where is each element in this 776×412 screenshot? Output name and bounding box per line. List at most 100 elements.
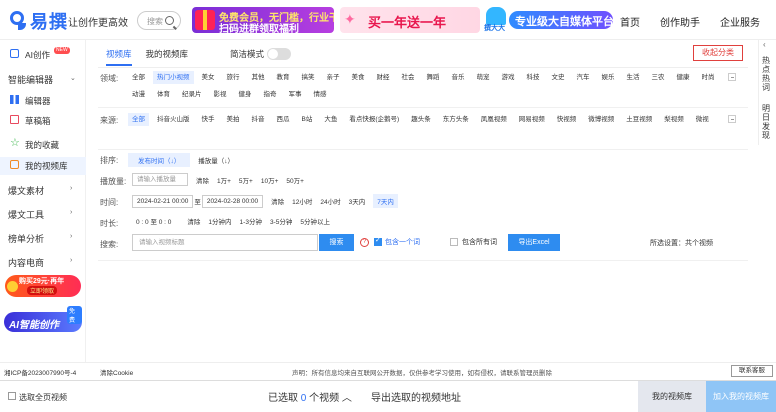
time-3d[interactable]: 3天内 — [349, 196, 366, 206]
icp-number[interactable]: 湘ICP备2023007990号-4 — [4, 367, 76, 377]
selected-count[interactable]: 已选取 0 个视频 ︿ — [268, 389, 352, 404]
chevron-right-icon[interactable]: › — [70, 185, 72, 192]
sort-publish-time[interactable]: 发布时间（↓） — [128, 153, 191, 167]
plays-10k[interactable]: 1万+ — [217, 175, 231, 185]
domain-chip[interactable]: 搞笑 — [298, 71, 319, 84]
sidebar-item-drafts[interactable]: 草稿箱 — [0, 112, 86, 128]
duration-range-input[interactable]: 0 : 0 至 0 : 0 — [136, 216, 171, 226]
sidebar-item-editor[interactable]: 编辑器 — [0, 92, 86, 108]
sidebar-item-favorites[interactable]: ☆ 我的收藏 — [0, 136, 86, 152]
date-to-input[interactable]: 2024-02-28 00:00 — [201, 194, 264, 208]
time-clear[interactable]: 清除 — [271, 196, 284, 206]
export-excel-button[interactable]: 导出Excel — [508, 234, 560, 251]
source-chip[interactable]: 微博视频 — [584, 113, 618, 126]
duration-clear[interactable]: 清除 — [187, 216, 200, 226]
clear-cookie-link[interactable]: 清除Cookie — [100, 367, 133, 377]
domain-chip[interactable]: 热门小视频 — [153, 71, 194, 84]
time-24h[interactable]: 24小时 — [320, 196, 340, 206]
source-chip[interactable]: 抖音 — [248, 113, 269, 126]
domain-chip[interactable]: 教育 — [273, 71, 294, 84]
vip-banner[interactable]: 免费会员，无门槛，行业干货 扫码进群领取福利 — [192, 7, 334, 33]
contact-support-button[interactable]: 联系客服 — [731, 365, 773, 377]
domain-chip[interactable]: 美食 — [348, 71, 369, 84]
sidebar-item-ai-create[interactable]: AI创作 NEW — [0, 46, 86, 62]
domain-chip[interactable]: 亲子 — [323, 71, 344, 84]
domain-chip[interactable]: 科技 — [523, 71, 544, 84]
collapse-arrow-icon[interactable]: ‹ — [763, 40, 766, 49]
promo-banner[interactable]: ✦ 买一年送一年 — [340, 7, 480, 33]
select-all-checkbox[interactable] — [8, 392, 16, 400]
chevron-down-icon[interactable]: ⌄ — [70, 74, 76, 82]
source-chip[interactable]: 东方头条 — [439, 113, 473, 126]
domain-chip[interactable]: 舞蹈 — [423, 71, 444, 84]
duration-1min[interactable]: 1分钟内 — [208, 216, 231, 226]
domain-chip[interactable]: 体育 — [153, 88, 174, 101]
domain-chip[interactable]: 情感 — [310, 88, 331, 101]
domain-chip[interactable]: 美女 — [198, 71, 219, 84]
chevron-right-icon[interactable]: › — [70, 209, 72, 216]
chevron-right-icon[interactable]: › — [70, 257, 72, 264]
domain-chip[interactable]: 生活 — [623, 71, 644, 84]
collapse-categories-button[interactable]: 收起分类 — [693, 45, 743, 61]
domain-chip[interactable]: 影视 — [210, 88, 231, 101]
source-chip[interactable]: 大鱼 — [320, 113, 341, 126]
domain-chip[interactable]: 纪录片 — [178, 88, 206, 101]
search-icon[interactable] — [165, 16, 174, 25]
domain-chip[interactable]: 文史 — [548, 71, 569, 84]
search-button[interactable]: 搜索 — [319, 234, 354, 251]
logo[interactable]: 易撰 — [8, 8, 68, 34]
sidebar-group-rankings[interactable]: 榜单分析 — [8, 232, 44, 245]
source-chip[interactable]: 抖音火山版 — [153, 113, 194, 126]
plays-50k[interactable]: 5万+ — [239, 175, 253, 185]
domain-chip[interactable]: 军事 — [285, 88, 306, 101]
ai-create-promo[interactable]: AI智能创作 免费 — [4, 306, 82, 332]
domain-chip[interactable]: 全部 — [128, 71, 149, 84]
tab-my-video-library[interactable]: 我的视频库 — [146, 48, 189, 66]
source-chip[interactable]: 梨视频 — [660, 113, 688, 126]
tomorrow-hot-link[interactable]: 明日发现 — [762, 104, 774, 140]
export-urls-button[interactable]: 导出选取的视频地址 — [371, 389, 461, 404]
source-chip[interactable]: 西瓜 — [273, 113, 294, 126]
domain-chip[interactable]: 其他 — [248, 71, 269, 84]
source-chip[interactable]: 快视频 — [553, 113, 581, 126]
domain-chip[interactable]: 音乐 — [448, 71, 469, 84]
source-chip[interactable]: 微视 — [692, 113, 713, 126]
date-from-input[interactable]: 2024-02-21 00:00 — [132, 194, 194, 208]
sidebar-item-video-library[interactable]: 我的视频库 — [0, 157, 86, 175]
domain-chip[interactable]: 社会 — [398, 71, 419, 84]
nav-creation-assistant[interactable]: 创作助手 — [660, 14, 700, 29]
domain-chip[interactable]: 健身 — [235, 88, 256, 101]
plays-500k[interactable]: 50万+ — [286, 175, 304, 185]
source-chip[interactable]: 网易视频 — [515, 113, 549, 126]
sidebar-group-tools[interactable]: 爆文工具 — [8, 208, 44, 221]
header-search[interactable]: 搜索 — [137, 11, 181, 30]
domain-chip[interactable]: 健康 — [673, 71, 694, 84]
domain-chip[interactable]: 汽车 — [573, 71, 594, 84]
contains-all-checkbox[interactable] — [450, 238, 458, 246]
collapse-icon[interactable] — [728, 73, 736, 81]
domain-chip[interactable]: 萌宠 — [473, 71, 494, 84]
platform-banner[interactable]: 撰大大 专业级大自媒体平台 — [484, 7, 614, 33]
help-icon[interactable]: ? — [360, 238, 369, 247]
collapse-icon[interactable] — [728, 115, 736, 123]
nav-enterprise[interactable]: 企业服务 — [720, 14, 760, 29]
domain-chip[interactable]: 游戏 — [498, 71, 519, 84]
source-chip[interactable]: 美拍 — [223, 113, 244, 126]
sidebar-group-ecommerce[interactable]: 内容电商 — [8, 256, 44, 269]
hot-words-link[interactable]: 热点热词 — [762, 56, 774, 92]
video-title-search-input[interactable]: 请输入视频标题 — [132, 234, 318, 251]
time-12h[interactable]: 12小时 — [292, 196, 312, 206]
source-chip[interactable]: 趣头条 — [407, 113, 435, 126]
domain-chip[interactable]: 指奇 — [260, 88, 281, 101]
chevron-right-icon[interactable]: › — [70, 233, 72, 240]
purchase-promo[interactable]: 购买29元·再年 立即领取 — [5, 275, 81, 297]
domain-chip[interactable]: 娱乐 — [598, 71, 619, 84]
time-7d[interactable]: 7天内 — [373, 194, 398, 208]
sort-plays[interactable]: 播放量（↓） — [198, 155, 234, 165]
domain-chip[interactable]: 时尚 — [698, 71, 719, 84]
add-to-library-button[interactable]: 加入我的视频库 — [706, 381, 776, 412]
plays-input[interactable]: 请输入播放量 — [132, 173, 188, 186]
sidebar-group-editor[interactable]: 智能编辑器 — [8, 73, 53, 86]
sidebar-group-material[interactable]: 爆文素材 — [8, 184, 44, 197]
source-chip[interactable]: 快手 — [198, 113, 219, 126]
